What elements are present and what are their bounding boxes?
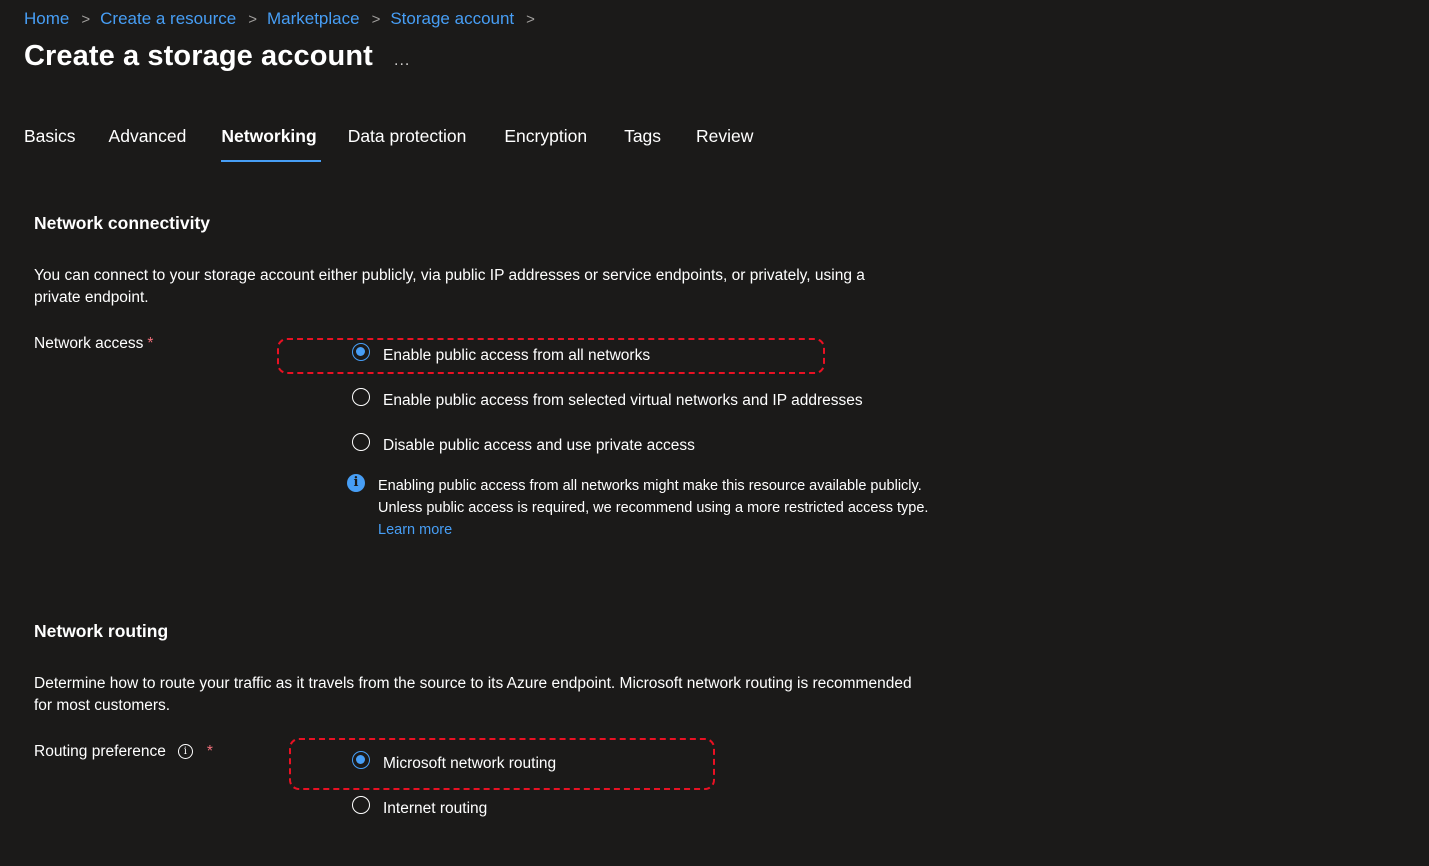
info-icon: i — [347, 474, 365, 492]
breadcrumb-create-resource-link[interactable]: Create a resource — [100, 9, 236, 29]
radio-label: Microsoft network routing — [383, 755, 557, 772]
breadcrumb-storage-account-link[interactable]: Storage account — [390, 9, 514, 29]
network-routing-heading: Network routing — [34, 621, 169, 641]
radio-enable-public-all-networks[interactable]: Enable public access from all networks — [352, 343, 650, 364]
radio-label: Enable public access from selected virtu… — [383, 392, 863, 409]
network-access-label: Network access * — [34, 335, 153, 353]
chevron-right-icon: > — [526, 10, 535, 28]
tab-basics[interactable]: Basics — [24, 126, 76, 162]
tab-review[interactable]: Review — [696, 126, 753, 162]
radio-unselected-icon[interactable] — [352, 796, 370, 814]
info-icon[interactable]: i — [177, 744, 193, 760]
public-access-info-message: Enabling public access from all networks… — [378, 475, 948, 541]
chevron-right-icon: > — [81, 10, 91, 28]
network-connectivity-heading: Network connectivity — [34, 213, 211, 233]
radio-unselected-icon[interactable] — [352, 388, 370, 406]
radio-selected-icon[interactable] — [352, 751, 370, 769]
breadcrumb-home-link[interactable]: Home — [24, 9, 69, 29]
tab-tags[interactable]: Tags — [624, 126, 661, 162]
breadcrumb-marketplace-link[interactable]: Marketplace — [267, 9, 360, 29]
radio-label: Disable public access and use private ac… — [383, 437, 695, 454]
radio-internet-routing[interactable]: Internet routing — [352, 796, 487, 817]
info-message-text: Enabling public access from all networks… — [378, 478, 929, 516]
radio-enable-public-selected-networks[interactable]: Enable public access from selected virtu… — [352, 388, 863, 409]
tab-encryption[interactable]: Encryption — [504, 126, 587, 162]
breadcrumb: Home > Create a resource > Marketplace >… — [24, 8, 545, 30]
radio-disable-public-access[interactable]: Disable public access and use private ac… — [352, 433, 695, 454]
chevron-right-icon: > — [371, 10, 381, 28]
tab-data-protection[interactable]: Data protection — [348, 126, 467, 162]
tab-networking[interactable]: Networking — [221, 126, 321, 162]
radio-microsoft-network-routing[interactable]: Microsoft network routing — [352, 751, 556, 772]
radio-selected-icon[interactable] — [352, 343, 370, 361]
network-connectivity-description: You can connect to your storage account … — [34, 267, 865, 306]
network-access-label-text: Network access — [34, 335, 144, 352]
radio-unselected-icon[interactable] — [352, 433, 370, 451]
required-marker: * — [147, 335, 154, 352]
tab-bar: Basics Advanced Networking Data protecti… — [24, 126, 753, 162]
chevron-right-icon: > — [248, 10, 257, 28]
page-title: Create a storage account — [24, 40, 373, 72]
routing-preference-label: Routing preference i * — [34, 743, 213, 761]
radio-label: Enable public access from all networks — [383, 347, 651, 364]
learn-more-link[interactable]: Learn more — [378, 522, 452, 538]
radio-label: Internet routing — [383, 800, 488, 817]
more-options-button[interactable]: ... — [394, 52, 410, 70]
required-marker: * — [206, 743, 213, 760]
routing-preference-label-text: Routing preference — [34, 743, 166, 760]
network-routing-description: Determine how to route your traffic as i… — [34, 675, 912, 714]
tab-advanced[interactable]: Advanced — [109, 126, 187, 162]
